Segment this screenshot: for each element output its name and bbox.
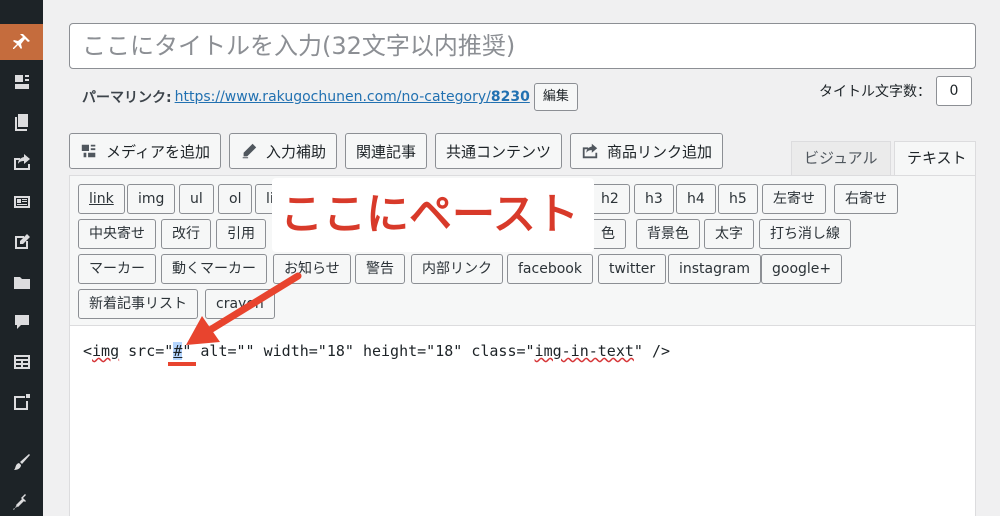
export-icon[interactable] xyxy=(0,144,43,180)
add-media-button[interactable]: メディアを追加 xyxy=(69,133,221,169)
qt-marker-button[interactable]: マーカー xyxy=(78,254,156,284)
qt-img-button[interactable]: img xyxy=(127,184,176,214)
qt-notice-button[interactable]: お知らせ xyxy=(273,254,351,284)
media-library-icon[interactable] xyxy=(0,64,43,100)
qt-moving-marker-button[interactable]: 動くマーカー xyxy=(161,254,267,284)
tab-visual[interactable]: ビジュアル xyxy=(791,141,891,175)
pencil-icon xyxy=(242,143,257,159)
title-counter-label: タイトル文字数： xyxy=(819,84,931,100)
code-attrs: " alt="" width="18" height="18" class=" xyxy=(182,342,535,360)
input-assist-button[interactable]: 入力補助 xyxy=(228,133,337,169)
related-posts-button[interactable]: 関連記事 xyxy=(344,133,427,169)
qt-googleplus-button[interactable]: google+ xyxy=(761,254,843,284)
id-card-icon[interactable] xyxy=(0,184,43,220)
code-lt: < xyxy=(83,342,93,360)
common-content-label: 共通コンテンツ xyxy=(445,142,551,161)
qt-link-button[interactable]: link xyxy=(78,184,125,214)
qt-align-right-button[interactable]: 右寄せ xyxy=(834,184,898,214)
code-tag: img xyxy=(92,342,120,360)
permalink-link[interactable]: https://www.rakugochunen.com/no-category… xyxy=(175,89,530,105)
permalink-slug: 8230 xyxy=(490,89,530,105)
input-assist-label: 入力補助 xyxy=(265,142,326,161)
qt-bold-button[interactable]: 太字 xyxy=(704,219,754,249)
common-content-button[interactable]: 共通コンテンツ xyxy=(434,133,562,169)
admin-sidebar xyxy=(0,0,43,516)
media-icon xyxy=(81,144,96,158)
qt-h5-button[interactable]: h5 xyxy=(718,184,758,214)
media-buttons: メディアを追加 入力補助 関連記事 共通コンテンツ 商品リンク追加 xyxy=(69,133,724,169)
permalink-edit-button[interactable]: 編集 xyxy=(533,83,578,111)
brush-icon[interactable] xyxy=(0,444,43,480)
annotation-callout: ここにペースト xyxy=(272,178,594,252)
add-product-link-label: 商品リンク追加 xyxy=(607,142,713,161)
table-icon[interactable] xyxy=(0,344,43,380)
qt-ol-button[interactable]: ol xyxy=(218,184,253,214)
code-class-value: img-in-text xyxy=(534,342,634,360)
qt-facebook-button[interactable]: facebook xyxy=(507,254,593,284)
qt-quote-button[interactable]: 引用 xyxy=(216,219,266,249)
qt-h2-button[interactable]: h2 xyxy=(590,184,630,214)
permalink-row: パーマリンク: https://www.rakugochunen.com/no-… xyxy=(82,83,578,111)
qt-instagram-button[interactable]: instagram xyxy=(668,254,761,284)
qt-strike-button[interactable]: 打ち消し線 xyxy=(759,219,851,249)
code-src-attr: src=" xyxy=(119,342,174,360)
qt-color-button[interactable]: 色 xyxy=(590,219,626,249)
code-textarea[interactable]: <img src="#" alt="" width="18" height="1… xyxy=(83,342,670,360)
title-counter: タイトル文字数： 0 xyxy=(819,76,972,106)
title-input[interactable]: ここにタイトルを入力(32文字以内推奨) xyxy=(69,23,976,69)
tab-text[interactable]: テキスト xyxy=(894,141,976,175)
qt-h4-button[interactable]: h4 xyxy=(676,184,716,214)
qt-h3-button[interactable]: h3 xyxy=(634,184,674,214)
related-posts-label: 関連記事 xyxy=(355,142,416,161)
permalink-url-base: https://www.rakugochunen.com/no-category… xyxy=(174,89,491,105)
edit-icon[interactable] xyxy=(0,224,43,260)
title-counter-value: 0 xyxy=(936,76,972,106)
qt-ul-button[interactable]: ul xyxy=(179,184,214,214)
qt-line-break-button[interactable]: 改行 xyxy=(161,219,211,249)
qt-align-left-button[interactable]: 左寄せ xyxy=(762,184,826,214)
pages-icon[interactable] xyxy=(0,104,43,140)
qt-internal-link-button[interactable]: 内部リンク xyxy=(411,254,503,284)
add-media-label: メディアを追加 xyxy=(106,142,210,161)
widget-icon[interactable] xyxy=(0,384,43,420)
export-icon xyxy=(582,143,598,159)
folder-icon[interactable] xyxy=(0,264,43,300)
code-selection: # xyxy=(173,342,183,360)
code-close: " /> xyxy=(633,342,671,360)
permalink-label: パーマリンク: xyxy=(82,90,172,106)
plugins-icon[interactable] xyxy=(0,484,43,516)
qt-bg-color-button[interactable]: 背景色 xyxy=(636,219,700,249)
pin-icon[interactable] xyxy=(0,24,43,60)
qt-new-posts-list-button[interactable]: 新着記事リスト xyxy=(78,289,198,319)
comments-icon[interactable] xyxy=(0,304,43,340)
qt-align-center-button[interactable]: 中央寄せ xyxy=(78,219,156,249)
qt-warning-button[interactable]: 警告 xyxy=(355,254,405,284)
qt-crayon-button[interactable]: crayon xyxy=(205,289,275,319)
qt-twitter-button[interactable]: twitter xyxy=(598,254,667,284)
add-product-link-button[interactable]: 商品リンク追加 xyxy=(570,133,724,169)
